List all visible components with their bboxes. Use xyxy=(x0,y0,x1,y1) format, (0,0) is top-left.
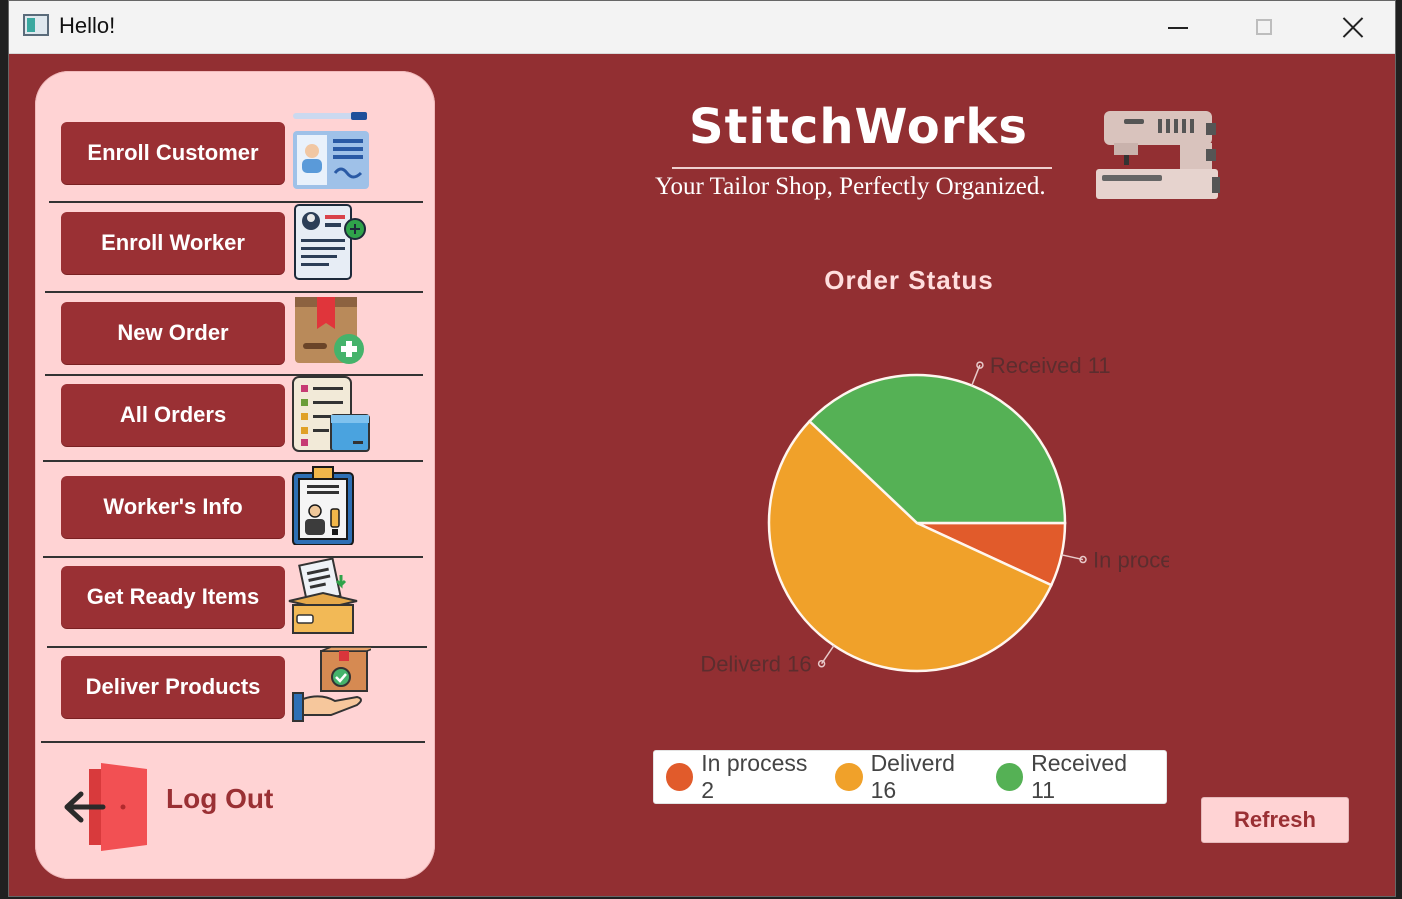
app-brand-title: StitchWorks xyxy=(689,99,1028,155)
legend-label: Received 11 xyxy=(1031,750,1128,803)
app-brand-subtitle: Your Tailor Shop, Perfectly Organized. xyxy=(655,173,1046,200)
worker-resume-icon xyxy=(291,201,371,281)
refresh-button[interactable]: Refresh xyxy=(1201,797,1349,843)
close-button[interactable] xyxy=(1325,5,1381,49)
menu-divider xyxy=(45,291,423,293)
enroll-worker-button[interactable]: Enroll Worker xyxy=(61,212,285,274)
legend-label: In process 2 xyxy=(701,750,808,803)
logout-label: Log Out xyxy=(166,783,274,814)
chart-legend: In process 2 Deliverd 16 Received 11 xyxy=(653,750,1167,804)
worker-clipboard-icon xyxy=(291,465,371,546)
legend-item: In process 2 xyxy=(666,750,823,804)
order-status-pie-chart: In process 2 Deliverd 16 Received 11 xyxy=(700,353,1169,677)
menu-divider xyxy=(43,556,423,558)
logout-button[interactable]: Log Out xyxy=(61,761,361,851)
window-title: Hello! xyxy=(59,13,116,38)
legend-label: Deliverd 16 xyxy=(870,750,955,803)
maximize-button[interactable] xyxy=(1236,5,1292,49)
pie-label-dot xyxy=(817,659,826,668)
title-bar: Hello! xyxy=(9,1,1395,54)
get-ready-items-button[interactable]: Get Ready Items xyxy=(61,566,285,628)
chart-title: Order Status xyxy=(824,265,994,295)
minimize-button[interactable] xyxy=(1150,5,1206,49)
orders-list-icon xyxy=(291,375,371,455)
legend-swatch xyxy=(995,763,1024,791)
deliver-hand-box-icon xyxy=(291,646,378,727)
deliver-products-button[interactable]: Deliver Products xyxy=(61,656,285,718)
enroll-customer-button[interactable]: Enroll Customer xyxy=(61,122,285,184)
ready-items-box-icon xyxy=(283,557,363,637)
pie-slice-label: Received 11 xyxy=(990,353,1111,378)
logout-door-icon xyxy=(64,763,147,851)
new-order-box-icon xyxy=(291,295,371,375)
new-order-button[interactable]: New Order xyxy=(61,302,285,364)
legend-item: Deliverd 16 xyxy=(835,750,984,804)
brand-divider xyxy=(672,167,1052,169)
all-orders-button[interactable]: All Orders xyxy=(61,384,285,446)
sidebar: Enroll Customer Enroll Worker New Order … xyxy=(35,71,435,879)
menu-divider xyxy=(41,741,425,743)
pie-slice-label: In process 2 xyxy=(1093,548,1169,573)
customer-id-card-icon xyxy=(291,111,371,191)
legend-swatch xyxy=(835,763,863,791)
menu-divider xyxy=(43,460,423,462)
legend-swatch xyxy=(666,763,694,791)
maximize-icon xyxy=(1256,19,1272,35)
sewing-machine-icon xyxy=(1094,103,1224,205)
app-icon xyxy=(23,14,49,36)
app-window: Hello! Enroll Customer Enroll Worker New… xyxy=(8,0,1396,897)
legend-item: Received 11 xyxy=(995,750,1154,804)
close-icon xyxy=(1342,16,1364,38)
minimize-icon xyxy=(1168,27,1188,29)
pie-slice-label: Deliverd 16 xyxy=(700,652,811,677)
workers-info-button[interactable]: Worker's Info xyxy=(61,476,285,538)
